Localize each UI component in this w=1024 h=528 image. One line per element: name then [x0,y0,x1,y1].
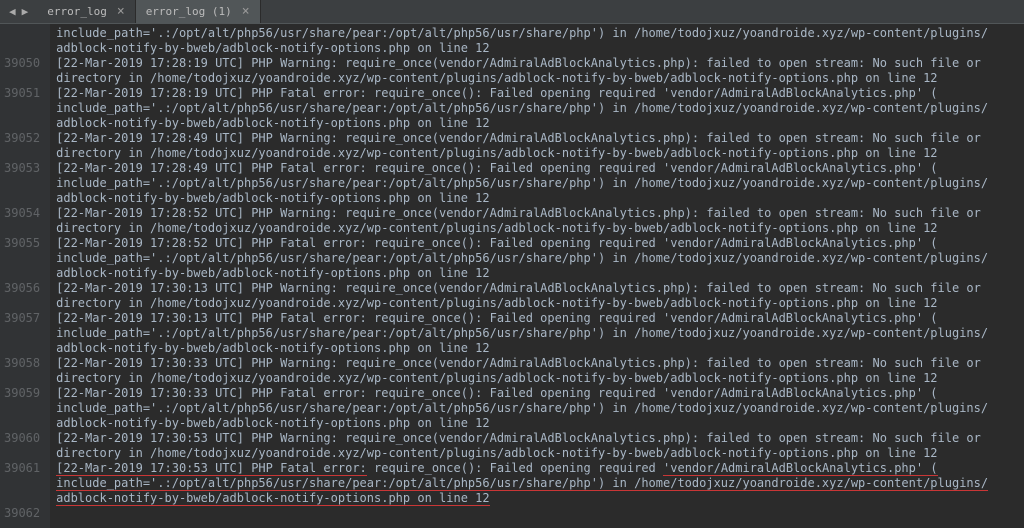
line-number [4,26,40,41]
log-line: include_path='.:/opt/alt/php56/usr/share… [50,251,1024,266]
tab-label: error_log (1) [146,5,232,18]
log-line: [22-Mar-2019 17:28:19 UTC] PHP Warning: … [50,56,1024,71]
log-line: [22-Mar-2019 17:28:52 UTC] PHP Warning: … [50,206,1024,221]
tab-label: error_log [47,5,107,18]
log-line: adblock-notify-by-bweb/adblock-notify-op… [50,41,1024,56]
log-line: [22-Mar-2019 17:30:33 UTC] PHP Fatal err… [50,386,1024,401]
line-number [4,71,40,86]
line-number: 39054 [4,206,40,221]
line-number [4,296,40,311]
line-number: 39053 [4,161,40,176]
line-number [4,146,40,161]
log-line: [22-Mar-2019 17:28:52 UTC] PHP Fatal err… [50,236,1024,251]
log-line [50,506,1024,521]
nav-back-icon[interactable]: ◀ [6,5,19,18]
log-line: [22-Mar-2019 17:30:13 UTC] PHP Warning: … [50,281,1024,296]
log-line: include_path='.:/opt/alt/php56/usr/share… [50,476,1024,491]
tab-error-log-1[interactable]: error_log × [37,0,135,23]
line-number: 39051 [4,86,40,101]
log-line: [22-Mar-2019 17:30:13 UTC] PHP Fatal err… [50,311,1024,326]
editor-area: 39050 39051 39052 39053 39054 39055 39056 39057… [0,24,1024,528]
log-line: directory in /home/todojxuz/yoandroide.x… [50,146,1024,161]
line-number [4,371,40,386]
line-number: 39059 [4,386,40,401]
nav-arrows: ◀ ▶ [0,5,37,18]
log-line: adblock-notify-by-bweb/adblock-notify-op… [50,491,1024,506]
log-line: adblock-notify-by-bweb/adblock-notify-op… [50,191,1024,206]
log-line: include_path='.:/opt/alt/php56/usr/share… [50,401,1024,416]
line-number [4,446,40,461]
line-number [4,416,40,431]
log-line: include_path='.:/opt/alt/php56/usr/share… [50,26,1024,41]
editor-tabs: error_log × error_log (1) × [37,0,260,23]
line-number [4,341,40,356]
log-line: include_path='.:/opt/alt/php56/usr/share… [50,326,1024,341]
line-number [4,221,40,236]
line-number [4,401,40,416]
line-number: 39062 [4,506,40,521]
line-number: 39055 [4,236,40,251]
line-number [4,116,40,131]
line-number [4,176,40,191]
log-line: adblock-notify-by-bweb/adblock-notify-op… [50,116,1024,131]
log-line: include_path='.:/opt/alt/php56/usr/share… [50,101,1024,116]
log-line: directory in /home/todojxuz/yoandroide.x… [50,221,1024,236]
editor-content[interactable]: include_path='.:/opt/alt/php56/usr/share… [50,24,1024,528]
line-number: 39060 [4,431,40,446]
log-line: [22-Mar-2019 17:28:49 UTC] PHP Fatal err… [50,161,1024,176]
line-number [4,101,40,116]
close-icon[interactable]: × [117,4,125,19]
line-number [4,266,40,281]
line-number [4,491,40,506]
log-line: directory in /home/todojxuz/yoandroide.x… [50,371,1024,386]
close-icon[interactable]: × [242,4,250,19]
log-line: [22-Mar-2019 17:28:49 UTC] PHP Warning: … [50,131,1024,146]
line-number: 39057 [4,311,40,326]
line-number [4,476,40,491]
line-number [4,251,40,266]
line-number [4,191,40,206]
log-line: [22-Mar-2019 17:30:53 UTC] PHP Warning: … [50,431,1024,446]
log-line: directory in /home/todojxuz/yoandroide.x… [50,446,1024,461]
nav-forward-icon[interactable]: ▶ [19,5,32,18]
log-line: [22-Mar-2019 17:30:33 UTC] PHP Warning: … [50,356,1024,371]
editor-top-bar: ◀ ▶ error_log × error_log (1) × [0,0,1024,24]
log-line: [22-Mar-2019 17:30:53 UTC] PHP Fatal err… [50,461,1024,476]
log-line: include_path='.:/opt/alt/php56/usr/share… [50,176,1024,191]
log-line: adblock-notify-by-bweb/adblock-notify-op… [50,341,1024,356]
line-number: 39052 [4,131,40,146]
log-line: directory in /home/todojxuz/yoandroide.x… [50,296,1024,311]
log-line: adblock-notify-by-bweb/adblock-notify-op… [50,266,1024,281]
line-number: 39050 [4,56,40,71]
line-number [4,326,40,341]
log-line: adblock-notify-by-bweb/adblock-notify-op… [50,416,1024,431]
line-number [4,41,40,56]
line-number: 39061 [4,461,40,476]
tab-error-log-2[interactable]: error_log (1) × [136,0,261,23]
line-number-gutter: 39050 39051 39052 39053 39054 39055 39056 39057… [0,24,50,528]
line-number: 39058 [4,356,40,371]
line-number: 39056 [4,281,40,296]
log-line: [22-Mar-2019 17:28:19 UTC] PHP Fatal err… [50,86,1024,101]
log-line: directory in /home/todojxuz/yoandroide.x… [50,71,1024,86]
